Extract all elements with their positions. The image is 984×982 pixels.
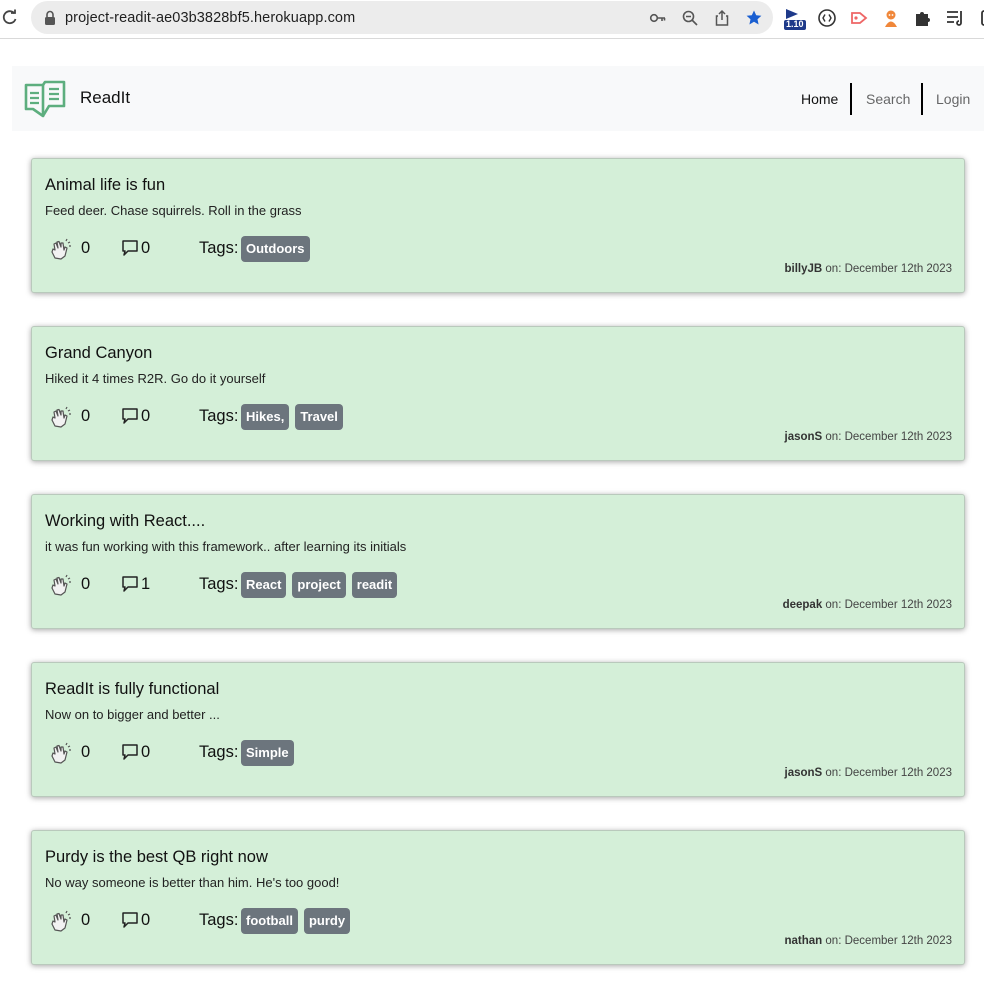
zoom-out-icon[interactable] <box>681 9 699 27</box>
comment-count: 0 <box>141 239 151 257</box>
extension-arrow-icon[interactable] <box>849 8 869 28</box>
post-card[interactable]: Working with React.... it was fun workin… <box>31 494 965 629</box>
tag-list: Simple <box>241 740 294 766</box>
extension-fox-icon[interactable] <box>881 8 901 28</box>
navbar: ReadIt Home Search Login <box>12 66 984 131</box>
post-title[interactable]: Purdy is the best QB right now <box>45 848 268 867</box>
clap-icon[interactable] <box>49 238 71 260</box>
post-body: it was fun working with this framework..… <box>45 539 407 554</box>
comment-icon[interactable] <box>121 407 139 425</box>
clap-icon[interactable] <box>49 406 71 428</box>
post-author[interactable]: jasonS <box>785 431 823 443</box>
url-text[interactable]: project-readit-ae03b3828bf5.herokuapp.co… <box>65 10 355 26</box>
clap-count: 0 <box>81 407 91 425</box>
extension-flag-icon[interactable]: 1.10 <box>784 8 806 30</box>
post-body: No way someone is better than him. He's … <box>45 875 340 890</box>
post-title[interactable]: Grand Canyon <box>45 344 152 363</box>
tag-badge[interactable]: Outdoors <box>241 236 310 262</box>
post-body: Hiked it 4 times R2R. Go do it yourself <box>45 371 266 386</box>
extension-brackets-icon[interactable] <box>817 8 837 28</box>
tag-badge[interactable]: Simple <box>241 740 294 766</box>
post-author[interactable]: billyJB <box>785 263 823 275</box>
clap-icon[interactable] <box>49 574 71 596</box>
nav-divider <box>921 83 923 115</box>
comment-count: 0 <box>141 743 151 761</box>
comment-icon[interactable] <box>121 911 139 929</box>
nav-search[interactable]: Search <box>866 91 910 107</box>
tag-list: Outdoors <box>241 236 310 262</box>
comment-icon[interactable] <box>121 743 139 761</box>
comment-count: 0 <box>141 407 151 425</box>
post-title[interactable]: ReadIt is fully functional <box>45 680 219 699</box>
post-date: on: December 12th 2023 <box>822 767 952 779</box>
tag-list: React project readit <box>241 572 398 598</box>
post-byline: jasonS on: December 12th 2023 <box>785 431 953 443</box>
bookmark-star-icon[interactable] <box>745 9 763 27</box>
tags-label: Tags: <box>199 239 239 257</box>
book-logo-icon[interactable] <box>23 79 67 119</box>
clap-count: 0 <box>81 239 91 257</box>
tags-label: Tags: <box>199 575 239 593</box>
clap-icon[interactable] <box>49 742 71 764</box>
tag-badge[interactable]: purdy <box>303 908 351 934</box>
tag-badge[interactable]: React <box>241 572 287 598</box>
tag-badge[interactable]: project <box>292 572 346 598</box>
brand-name[interactable]: ReadIt <box>80 88 130 108</box>
post-date: on: December 12th 2023 <box>822 431 952 443</box>
address-bar[interactable]: project-readit-ae03b3828bf5.herokuapp.co… <box>31 1 773 34</box>
post-date: on: December 12th 2023 <box>822 263 952 275</box>
clap-icon[interactable] <box>49 910 71 932</box>
post-author[interactable]: deepak <box>783 599 823 611</box>
tags-label: Tags: <box>199 407 239 425</box>
tag-badge[interactable]: readit <box>351 572 398 598</box>
post-author[interactable]: nathan <box>785 935 823 947</box>
post-card[interactable]: Grand Canyon Hiked it 4 times R2R. Go do… <box>31 326 965 461</box>
post-byline: jasonS on: December 12th 2023 <box>785 767 953 779</box>
post-byline: billyJB on: December 12th 2023 <box>785 263 953 275</box>
comment-icon[interactable] <box>121 575 139 593</box>
nav-divider <box>850 83 852 115</box>
post-byline: nathan on: December 12th 2023 <box>785 935 952 947</box>
tag-list: football purdy <box>241 908 351 934</box>
nav-home[interactable]: Home <box>801 91 838 107</box>
browser-toolbar: project-readit-ae03b3828bf5.herokuapp.co… <box>0 0 984 39</box>
key-icon[interactable] <box>649 9 667 27</box>
comment-count: 0 <box>141 911 151 929</box>
tag-list: Hikes, Travel <box>241 404 343 430</box>
tag-badge[interactable]: football <box>241 908 298 934</box>
tags-label: Tags: <box>199 911 239 929</box>
post-card[interactable]: Purdy is the best QB right now No way so… <box>31 830 965 965</box>
tag-badge[interactable]: Hikes, <box>241 404 290 430</box>
clap-count: 0 <box>81 743 91 761</box>
post-author[interactable]: jasonS <box>785 767 823 779</box>
reload-icon[interactable] <box>0 8 20 28</box>
post-body: Now on to bigger and better ... <box>45 707 220 722</box>
post-card[interactable]: Animal life is fun Feed deer. Chase squi… <box>31 158 965 293</box>
post-title[interactable]: Working with React.... <box>45 512 205 531</box>
post-byline: deepak on: December 12th 2023 <box>783 599 952 611</box>
clap-count: 0 <box>81 575 91 593</box>
nav-login[interactable]: Login <box>936 91 970 107</box>
comment-count: 1 <box>141 575 151 593</box>
lock-icon[interactable] <box>43 10 57 26</box>
comment-icon[interactable] <box>121 239 139 257</box>
sidebar-icon[interactable] <box>976 8 984 28</box>
tag-badge[interactable]: Travel <box>295 404 343 430</box>
reading-list-icon[interactable] <box>945 8 965 28</box>
tags-label: Tags: <box>199 743 239 761</box>
post-card[interactable]: ReadIt is fully functional Now on to big… <box>31 662 965 797</box>
post-body: Feed deer. Chase squirrels. Roll in the … <box>45 203 302 218</box>
extensions-puzzle-icon[interactable] <box>913 8 933 28</box>
post-date: on: December 12th 2023 <box>822 599 952 611</box>
share-icon[interactable] <box>713 9 731 27</box>
extension-badge: 1.10 <box>786 19 804 29</box>
post-title[interactable]: Animal life is fun <box>45 176 165 195</box>
clap-count: 0 <box>81 911 91 929</box>
post-date: on: December 12th 2023 <box>822 935 952 947</box>
